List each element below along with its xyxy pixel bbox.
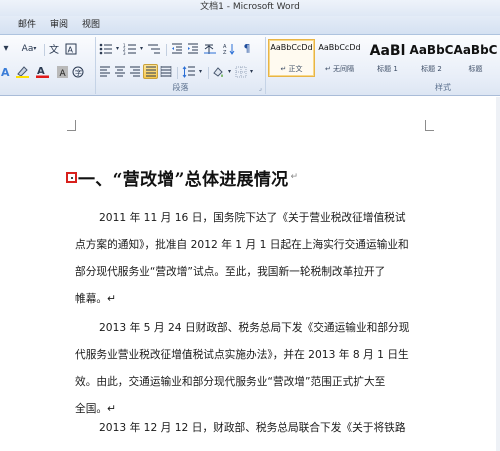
page-corner-top-left — [67, 120, 76, 131]
paragraph-line: 点方案的通知》，批准自 2012 年 1 月 1 日起在上海实行交通运输业和 — [75, 238, 409, 251]
svg-text:文: 文 — [49, 43, 59, 54]
paragraph-line: 2013 年 5 月 24 日财政部、税务总局下发《交通运输业和部分现 — [99, 321, 410, 334]
change-case-label: Aa — [21, 43, 34, 54]
paragraph-line: 效。由此，交通运输业和部分现代服务业“营改增”范围正式扩大至 — [75, 375, 386, 388]
paragraph-mark: ↵ — [290, 172, 299, 182]
heading-text: 一、“营改增”总体进展情况 — [78, 169, 289, 190]
paragraph-dialog-launcher-icon[interactable]: ⌟ — [259, 84, 262, 92]
title-bar: 文档1 - Microsoft Word — [0, 0, 500, 16]
bullets-icon[interactable] — [98, 41, 114, 56]
highlight-icon[interactable] — [14, 64, 32, 79]
body-paragraph-2[interactable]: 2013 年 5 月 24 日财政部、税务总局下发《交通运输业和部分现 代服务业… — [75, 314, 435, 422]
page-corner-top-right — [425, 120, 434, 131]
character-border-icon[interactable]: A — [64, 41, 78, 56]
style-title[interactable]: AaBbC 标题 — [452, 39, 499, 77]
svg-text:Z: Z — [223, 50, 227, 55]
distributed-icon[interactable] — [159, 64, 173, 79]
style-sample: AaBbC — [409, 43, 454, 57]
svg-text:A: A — [1, 66, 10, 78]
align-left-icon[interactable] — [98, 64, 112, 79]
char-border-glyph-icon: A — [65, 43, 77, 54]
multilevel-list-icon[interactable] — [146, 41, 162, 56]
paragraph-group-label: 段落 — [172, 83, 189, 92]
font-size-arrow-icon[interactable]: ▾ — [0, 41, 12, 56]
style-sample: AaBbCcDd — [270, 43, 313, 52]
character-shading-icon[interactable]: A — [56, 64, 69, 79]
ribbon-tabs: 邮件 审阅 视图 — [0, 16, 500, 35]
ribbon: ▾ Aa ▾ 文 A A A A 字 ▾ 123 ▾ A Z ¶ ▾ ▾ ▾ 段… — [0, 35, 500, 96]
shading-icon[interactable] — [210, 64, 226, 79]
line-spacing-dropdown-icon[interactable]: ▾ — [197, 64, 204, 79]
styles-group: AaBbCcDd ↵ 正文 AaBbCcDd ↵ 无间隔 AaBl 标题 1 A… — [266, 37, 500, 94]
document-heading[interactable]: 一、“营改增”总体进展情况 ↵ — [66, 167, 299, 190]
justify-icon[interactable] — [143, 64, 158, 79]
phonetic-guide-icon[interactable]: 文 — [48, 41, 62, 56]
style-sample: AaBbCcDd — [318, 43, 361, 52]
numbering-dropdown-icon[interactable]: ▾ — [138, 41, 145, 56]
paragraph-group: ▾ 123 ▾ AZ ¶ ▾ ▾ ▾ 段落 ⌟ — [96, 37, 266, 94]
style-name: ↵ 正文 — [280, 65, 303, 73]
phonetic-guide-glyph-icon: 文 — [49, 43, 59, 54]
bullets-dropdown-icon[interactable]: ▾ — [114, 41, 121, 56]
svg-text:字: 字 — [75, 68, 82, 77]
svg-text:3: 3 — [123, 51, 126, 55]
body-paragraph-3[interactable]: 2013 年 12 月 12 日，财政部、税务总局联合下发《关于将铁路 — [75, 414, 435, 441]
style-name: 标题 — [468, 65, 483, 73]
change-case-button[interactable]: Aa ▾ — [18, 41, 40, 56]
decrease-indent-icon[interactable] — [170, 41, 184, 56]
svg-text:A: A — [68, 45, 74, 54]
align-center-icon[interactable] — [113, 64, 127, 79]
text-effects-icon[interactable]: A — [0, 64, 12, 79]
style-heading-1[interactable]: AaBl 标题 1 — [364, 39, 411, 77]
style-no-spacing[interactable]: AaBbCcDd ↵ 无间隔 — [316, 39, 363, 77]
style-heading-2[interactable]: AaBbC 标题 2 — [408, 39, 455, 77]
svg-text:A: A — [60, 69, 67, 78]
numbering-icon[interactable]: 123 — [122, 41, 138, 56]
increase-indent-icon[interactable] — [186, 41, 200, 56]
style-name: ↵ 无间隔 — [324, 65, 355, 73]
borders-icon[interactable] — [234, 64, 248, 79]
tab-mailings[interactable]: 邮件 — [14, 18, 40, 33]
enclose-characters-icon[interactable]: 字 — [71, 64, 85, 79]
paragraph-line: 2013 年 12 月 12 日，财政部、税务总局联合下发《关于将铁路 — [99, 421, 406, 434]
window-title: 文档1 - Microsoft Word — [200, 2, 300, 12]
tab-review[interactable]: 审阅 — [46, 18, 72, 33]
style-name: 标题 2 — [421, 65, 442, 73]
tab-view[interactable]: 视图 — [78, 18, 104, 33]
style-sample: AaBl — [369, 43, 406, 59]
style-normal[interactable]: AaBbCcDd ↵ 正文 — [268, 39, 315, 77]
align-right-icon[interactable] — [128, 64, 142, 79]
sort-icon[interactable]: AZ — [222, 41, 236, 56]
font-group: ▾ Aa ▾ 文 A A A A 字 — [0, 37, 96, 94]
paragraph-line: 代服务业营业税改征增值税试点实施办法》，并在 2013 年 8 月 1 日生 — [75, 348, 409, 361]
paragraph-line: 帷幕。↵ — [75, 292, 117, 305]
borders-dropdown-icon[interactable]: ▾ — [248, 64, 255, 79]
shading-dropdown-icon[interactable]: ▾ — [226, 64, 233, 79]
show-marks-icon[interactable]: ¶ — [240, 41, 254, 56]
paragraph-line: 2011 年 11 月 16 日，国务院下达了《关于营业税改征增值税试 — [99, 211, 406, 224]
line-spacing-icon[interactable] — [181, 64, 197, 79]
paragraph-line: 部分现代服务业“营改增”试点。至此，我国新一轮税制改革拉开了 — [75, 265, 386, 278]
heading-bullet-marker-icon — [66, 171, 77, 183]
font-color-icon[interactable]: A — [34, 64, 52, 79]
styles-group-label: 样式 — [435, 83, 451, 92]
vertical-scrollbar[interactable] — [496, 97, 500, 451]
body-paragraph-1[interactable]: 2011 年 11 月 16 日，国务院下达了《关于营业税改征增值税试 点方案的… — [75, 204, 435, 312]
style-sample: AaBbC — [453, 43, 498, 57]
svg-text:A: A — [37, 66, 45, 77]
style-name: 标题 1 — [377, 65, 398, 73]
chinese-layout-icon[interactable] — [202, 41, 218, 56]
